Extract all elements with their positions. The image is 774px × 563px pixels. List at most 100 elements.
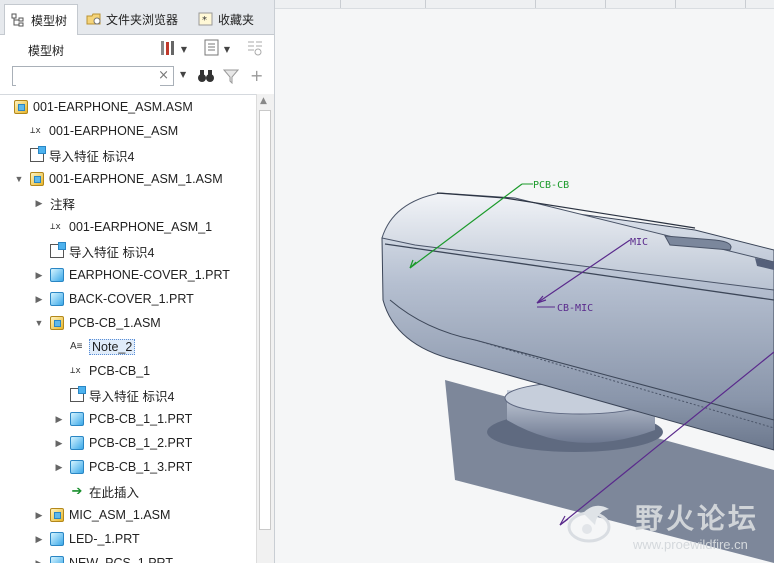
chevron-down-icon[interactable]: ▼: [180, 70, 186, 79]
watermark-url: www.proewildfire.cn: [633, 537, 748, 552]
expand-right-icon[interactable]: ▶: [54, 438, 64, 448]
tree-filter-bar: × ▼ +: [0, 64, 274, 92]
tree-item[interactable]: ▶ NEW_PCS_1.PRT: [0, 551, 274, 563]
tree-item-label: PCB-CB_1.ASM: [69, 316, 161, 330]
tools-icon: [159, 39, 177, 60]
folder-browser-icon: [86, 12, 102, 26]
tree-item-label: PCB-CB_1_3.PRT: [89, 460, 193, 474]
expand-right-icon[interactable]: ▶: [34, 198, 44, 208]
tree-item[interactable]: ▶ PCB-CB_1_2.PRT: [0, 431, 274, 455]
expand-right-icon[interactable]: ▶: [54, 414, 64, 424]
favorites-icon: *: [198, 12, 214, 26]
list-icon: [204, 39, 220, 60]
plus-icon[interactable]: +: [250, 66, 263, 85]
csys-label: PCB-CB: [533, 180, 569, 191]
assembly-icon: [14, 100, 28, 114]
tree-item[interactable]: ▶ EARPHONE-COVER_1.PRT: [0, 263, 274, 287]
expand-right-icon[interactable]: ▶: [34, 558, 44, 563]
tree-item-label: 001-EARPHONE_ASM_1: [69, 220, 213, 234]
tree-item-label: 在此插入: [89, 485, 140, 500]
scroll-up-icon[interactable]: ▲: [260, 96, 267, 106]
tree-item[interactable]: ▶ BACK-COVER_1.PRT: [0, 287, 274, 311]
tree-item-label: 注释: [50, 197, 76, 212]
part-icon: [50, 268, 64, 282]
tab-favorites[interactable]: * 收藏夹: [192, 4, 264, 34]
part-icon: [70, 412, 84, 426]
tree-show-button[interactable]: ▼: [200, 39, 234, 60]
search-input[interactable]: [16, 68, 160, 86]
tree-item[interactable]: ▶ LED-_1.PRT: [0, 527, 274, 551]
chevron-down-icon: ▼: [223, 44, 231, 54]
tree-item[interactable]: ▶ PCB-CB_1_1.PRT: [0, 407, 274, 431]
csys-icon: ⟂x: [30, 126, 41, 136]
tree-item[interactable]: ⟂x 001-EARPHONE_ASM_1: [0, 215, 274, 239]
import-feature-icon: [30, 146, 46, 162]
tree-scrollbar[interactable]: ▲: [256, 94, 274, 563]
clear-icon[interactable]: ×: [158, 68, 169, 83]
cad-model: PCB-CB MIC CB-MIC: [381, 180, 774, 563]
tree-item[interactable]: 导入特征 标识4: [0, 239, 274, 263]
tree-item-label: BACK-COVER_1.PRT: [69, 292, 194, 306]
forum-logo: [567, 505, 611, 543]
expand-right-icon[interactable]: ▶: [34, 534, 44, 544]
grid-icon: [246, 39, 264, 60]
tree-toolbar: 模型树 ▼ ▼: [0, 34, 274, 64]
csys-icon: ⟂x: [50, 222, 61, 232]
assembly-icon: [50, 316, 64, 330]
tree-item[interactable]: ▼ 001-EARPHONE_ASM_1.ASM: [0, 167, 270, 191]
tree-item-label: PCB-CB_1: [89, 364, 151, 378]
funnel-icon[interactable]: [222, 68, 240, 87]
tab-label: 收藏夹: [218, 12, 255, 27]
tree-item[interactable]: 导入特征 标识4: [0, 143, 270, 167]
model-tree-panel: 模型树 文件夹浏览器 * 收藏夹 模型树 ▼ ▼ × ▼ + 001-EARPH…: [0, 0, 275, 563]
tab-model-tree[interactable]: 模型树: [4, 4, 78, 35]
scrollbar-thumb[interactable]: [259, 110, 271, 530]
tree-item[interactable]: 001-EARPHONE_ASM.ASM: [0, 95, 270, 119]
tree-columns-button[interactable]: [244, 40, 266, 58]
tree-item[interactable]: ➔ 在此插入: [0, 479, 274, 503]
tree-item[interactable]: ▼ PCB-CB_1.ASM: [0, 311, 274, 335]
tree-settings-button[interactable]: ▼: [156, 40, 190, 58]
expand-down-icon[interactable]: ▼: [14, 174, 24, 184]
expand-right-icon[interactable]: ▶: [34, 294, 44, 304]
expand-right-icon[interactable]: ▶: [34, 510, 44, 520]
tree-item-label: EARPHONE-COVER_1.PRT: [69, 268, 230, 282]
part-icon: [50, 556, 64, 563]
tree-item[interactable]: ▶ 注释: [0, 191, 274, 215]
tree-item-label: 001-EARPHONE_ASM_1.ASM: [49, 172, 223, 186]
expand-right-icon[interactable]: ▶: [54, 462, 64, 472]
tree-item[interactable]: ▶ PCB-CB_1_3.PRT: [0, 455, 274, 479]
model-tree-icon: [11, 13, 27, 27]
tree-item-label: Note_2: [89, 339, 136, 355]
tab-label: 文件夹浏览器: [106, 12, 179, 27]
assembly-icon: [50, 508, 64, 522]
tree-item-label: MIC_ASM_1.ASM: [69, 508, 171, 522]
tab-folder-browser[interactable]: 文件夹浏览器: [80, 4, 188, 34]
model-tree: 001-EARPHONE_ASM.ASM ⟂x 001-EARPHONE_ASM 导入…: [0, 94, 256, 563]
graphics-viewport[interactable]: PCB-CB MIC CB-MIC: [275, 0, 774, 563]
csys-label: CB-MIC: [557, 303, 593, 314]
tree-item[interactable]: A≡ Note_2: [0, 335, 274, 359]
tab-label: 模型树: [31, 13, 68, 28]
csys-label: MIC: [630, 237, 648, 248]
binoculars-icon[interactable]: [197, 68, 215, 87]
assembly-icon: [30, 172, 44, 186]
tree-item[interactable]: ▶ MIC_ASM_1.ASM: [0, 503, 274, 527]
watermark-title: 野火论坛: [635, 502, 760, 535]
tree-title: 模型树: [28, 44, 65, 58]
expand-down-icon[interactable]: ▼: [34, 318, 44, 328]
expand-right-icon[interactable]: ▶: [34, 270, 44, 280]
panel-tabs: 模型树 文件夹浏览器 * 收藏夹: [0, 0, 274, 35]
tree-item[interactable]: ⟂x PCB-CB_1: [0, 359, 274, 383]
tree-item-label: 001-EARPHONE_ASM.ASM: [33, 100, 193, 114]
search-box: ×: [12, 66, 174, 86]
tree-item[interactable]: 导入特征 标识4: [0, 383, 274, 407]
tree-item[interactable]: ⟂x 001-EARPHONE_ASM: [0, 119, 270, 143]
svg-text:*: *: [202, 15, 207, 26]
